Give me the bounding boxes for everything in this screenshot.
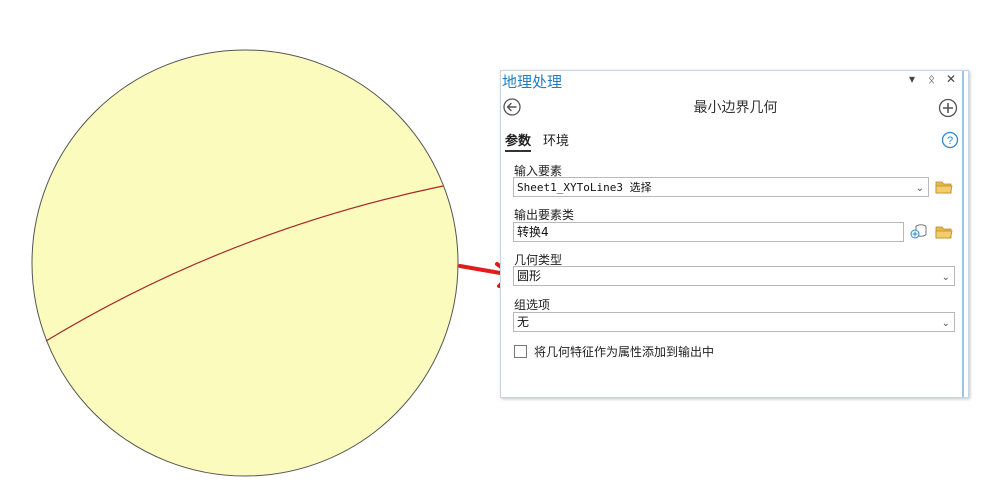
chevron-down-icon[interactable]: ⌄ — [916, 180, 924, 198]
add-attributes-option[interactable]: 将几何特征作为属性添加到输出中 — [514, 343, 714, 360]
folder-icon[interactable] — [935, 224, 953, 240]
output-features-label: 输出要素类 — [514, 208, 575, 222]
folder-icon[interactable] — [935, 179, 953, 195]
group-option-select[interactable]: 无 ⌄ — [513, 312, 955, 332]
geometry-type-select[interactable]: 圆形 ⌄ — [513, 266, 955, 286]
geoprocessing-pane: 地理处理 ▾ ᛟ ✕ 最小边界几何 参数 环境 ? 输入要素 Sheet1_XY… — [500, 70, 969, 398]
geometry-type-value: 圆形 — [517, 269, 542, 283]
chevron-down-icon[interactable]: ⌄ — [942, 315, 950, 333]
group-option-value: 无 — [517, 315, 530, 329]
output-features-field[interactable]: 转换4 — [513, 222, 904, 242]
tab-parameters[interactable]: 参数 — [505, 130, 532, 152]
plus-circle-icon[interactable] — [938, 98, 958, 118]
tab-environments[interactable]: 环境 — [543, 130, 569, 149]
add-attributes-checkbox[interactable] — [514, 345, 527, 358]
chevron-down-icon[interactable]: ⌄ — [942, 269, 950, 287]
pane-pin-button[interactable]: ᛟ — [928, 71, 935, 87]
new-dataset-icon[interactable] — [910, 223, 928, 239]
input-features-value: Sheet1_XYToLine3 选择 — [517, 181, 652, 194]
tool-title: 最小边界几何 — [693, 100, 778, 116]
pane-menu-button[interactable]: ▾ — [909, 71, 915, 87]
help-icon[interactable]: ? — [941, 131, 959, 149]
group-option-label: 组选项 — [514, 298, 551, 312]
pane-edge — [962, 71, 964, 397]
svg-text:?: ? — [947, 135, 953, 147]
input-features-field[interactable]: Sheet1_XYToLine3 选择 ⌄ — [513, 177, 929, 197]
pane-close-button[interactable]: ✕ — [946, 71, 956, 87]
add-attributes-label: 将几何特征作为属性添加到输出中 — [534, 345, 715, 359]
pane-title: 地理处理 — [502, 73, 563, 91]
bounding-circle-feature[interactable] — [31, 49, 459, 477]
output-features-value: 转换4 — [517, 225, 549, 239]
